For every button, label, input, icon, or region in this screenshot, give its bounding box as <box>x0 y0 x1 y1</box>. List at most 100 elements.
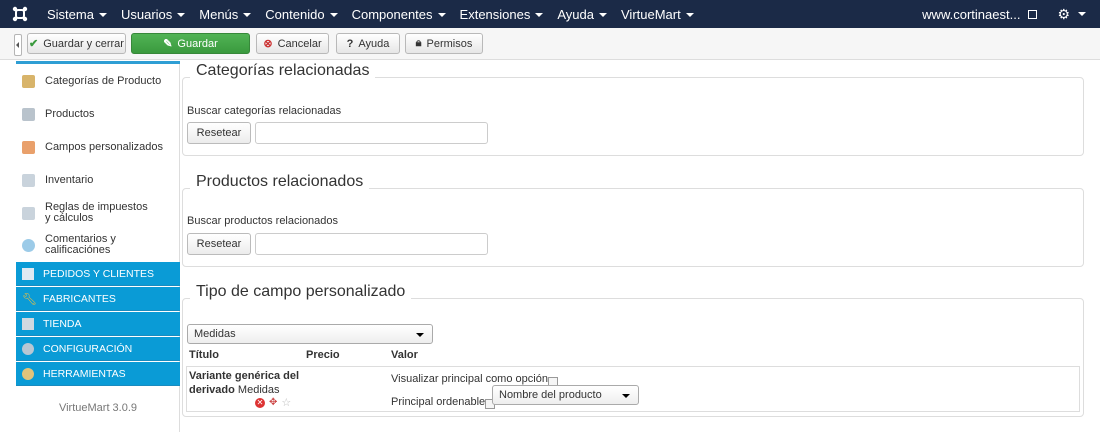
column-header-title: Título <box>189 349 219 361</box>
related-categories-title: Categorías relacionadas <box>190 62 376 80</box>
custom-fields-icon <box>22 140 35 154</box>
save-close-button[interactable]: ✔ Guardar y cerrar <box>27 33 126 54</box>
nav-menu-label: Contenido <box>265 6 325 22</box>
save-close-label: Guardar y cerrar <box>43 37 124 50</box>
help-icon: ? <box>346 37 354 50</box>
sidebar-item-inventory[interactable]: Inventario <box>16 172 180 188</box>
external-link-icon <box>1028 9 1038 19</box>
related-categories-search-input[interactable] <box>255 122 488 144</box>
chevron-down-icon <box>685 13 694 17</box>
nav-menu-2[interactable]: Menús <box>192 0 258 28</box>
chevron-down-icon <box>243 13 252 17</box>
nav-menu-label: Menús <box>199 6 239 22</box>
sidebar-item-custom-fields[interactable]: Campos personalizados <box>16 139 180 155</box>
comments-icon <box>22 238 35 252</box>
save-label: Guardar <box>177 37 218 50</box>
cancel-label: Cancelar <box>277 37 322 50</box>
joomla-logo-icon[interactable] <box>0 0 40 28</box>
sidebar-item-label: Categorías de Producto <box>45 74 162 87</box>
sidebar-section-label: FABRICANTES <box>43 292 116 305</box>
site-link[interactable]: www.cortinaest... <box>922 7 1057 22</box>
option-sortable-parent: Principal ordenable <box>391 395 496 409</box>
sidebar-section-tools[interactable]: HERRAMIENTAS <box>16 362 180 386</box>
sidebar-item-label: Comentarios y calificaciónes <box>45 233 116 256</box>
related-products-title: Productos relacionados <box>190 173 370 191</box>
row-title-line2: derivado <box>189 384 235 396</box>
related-products-fieldset <box>182 188 1084 267</box>
sidebar-section-config[interactable]: CONFIGURACIÓN <box>16 337 180 361</box>
row-title-suffix: Medidas <box>237 384 280 396</box>
nav-menu-label: Usuarios <box>120 6 173 22</box>
products-icon <box>22 107 35 121</box>
sidebar-toggle-button[interactable] <box>14 34 22 56</box>
tax-rules-icon <box>22 206 35 220</box>
nav-menu-1[interactable]: Usuarios <box>114 0 192 28</box>
column-header-value: Valor <box>391 349 418 361</box>
row-actions: ✕ ✥ ☆ <box>255 398 291 409</box>
nav-menu-label: Extensiones <box>459 6 531 22</box>
nav-menu-label: Componentes <box>351 6 433 22</box>
toolbar: ✔ Guardar y cerrar ✎ Guardar ⊗ Cancelar … <box>0 28 1100 60</box>
sidebar-section-shop[interactable]: TIENDA <box>16 312 180 336</box>
help-button[interactable]: ? Ayuda <box>336 33 400 54</box>
move-icon[interactable]: ✥ <box>269 398 277 408</box>
option-sortable-parent-label: Principal ordenable <box>391 396 486 408</box>
nav-menu-label: Ayuda <box>557 6 594 22</box>
sidebar-item-label: Reglas de impuestos y cálculos <box>45 201 148 224</box>
save-button[interactable]: ✎ Guardar <box>131 33 250 54</box>
tools-icon <box>22 367 34 380</box>
sortable-field-value: Nombre del producto <box>499 389 602 401</box>
sidebar-section-orders[interactable]: PEDIDOS Y CLIENTES <box>16 262 180 286</box>
top-navbar: Sistema Usuarios Menús Contenido Componentes… <box>0 0 1100 28</box>
related-products-reset-button[interactable]: Resetear <box>187 233 251 255</box>
shop-icon <box>22 317 34 330</box>
cancel-button[interactable]: ⊗ Cancelar <box>256 33 329 54</box>
sidebar-item-products[interactable]: Productos <box>16 106 180 122</box>
version-label: VirtueMart 3.0.9 <box>58 402 138 414</box>
column-header-price: Precio <box>306 349 340 361</box>
config-icon <box>22 342 34 355</box>
chevron-down-icon <box>622 394 630 398</box>
check-icon: ✔ <box>29 38 39 50</box>
sidebar-item-tax-rules[interactable]: Reglas de impuestos y cálculos <box>16 201 180 225</box>
custom-field-type-value: Medidas <box>194 328 236 340</box>
related-categories-search-label: Buscar categorías relacionadas <box>187 105 342 117</box>
related-products-search-label: Buscar productos relacionados <box>187 215 339 227</box>
sidebar-section-label: CONFIGURACIÓN <box>43 342 133 355</box>
related-products-search-input[interactable] <box>255 233 488 255</box>
nav-menu-0[interactable]: Sistema <box>40 0 114 28</box>
sidebar-item-comments[interactable]: Comentarios y calificaciónes <box>16 233 180 257</box>
sidebar-item-categories[interactable]: Categorías de Producto <box>16 73 180 89</box>
permissions-button[interactable]: 🔒︎ Permisos <box>405 33 483 54</box>
nav-menu-4[interactable]: Componentes <box>345 0 453 28</box>
option-display-parent-label: Visualizar principal como opción <box>391 373 548 385</box>
remove-icon[interactable]: ✕ <box>255 398 265 408</box>
nav-menu-6[interactable]: Ayuda <box>550 0 614 28</box>
nav-menu-5[interactable]: Extensiones <box>453 0 551 28</box>
user-menu-gear[interactable]: ⚙ <box>1057 6 1100 23</box>
categories-icon <box>22 74 35 88</box>
help-label: Ayuda <box>358 37 390 50</box>
nav-menu-3[interactable]: Contenido <box>258 0 344 28</box>
chevron-down-icon <box>177 13 186 17</box>
related-categories-reset-button[interactable]: Resetear <box>187 122 251 144</box>
chevron-down-icon <box>599 13 607 17</box>
orders-icon <box>22 267 34 280</box>
cancel-icon: ⊗ <box>263 38 273 50</box>
nav-menu-7[interactable]: VirtueMart <box>614 0 701 28</box>
row-title-cell: Variante genérica del derivado Medidas <box>189 369 299 397</box>
lock-icon: 🔒︎ <box>415 37 422 49</box>
sidebar-section-label: HERRAMIENTAS <box>43 367 126 380</box>
sidebar: Categorías de Producto Productos Campos … <box>0 61 180 432</box>
sidebar-item-label: Inventario <box>45 173 94 186</box>
sidebar-item-label: Campos personalizados <box>45 140 164 153</box>
wrench-icon: 🔧︎ <box>22 291 38 306</box>
sidebar-section-manufacturers[interactable]: 🔧︎ FABRICANTES <box>16 287 180 311</box>
custom-field-type-select[interactable]: Medidas <box>187 324 433 344</box>
sortable-field-select[interactable]: Nombre del producto <box>492 385 639 405</box>
sidebar-section-label: PEDIDOS Y CLIENTES <box>43 267 155 280</box>
nav-menu-label: Sistema <box>47 6 94 22</box>
star-icon[interactable]: ☆ <box>281 398 291 409</box>
chevron-down-icon <box>98 13 107 17</box>
permissions-label: Permisos <box>426 37 473 50</box>
